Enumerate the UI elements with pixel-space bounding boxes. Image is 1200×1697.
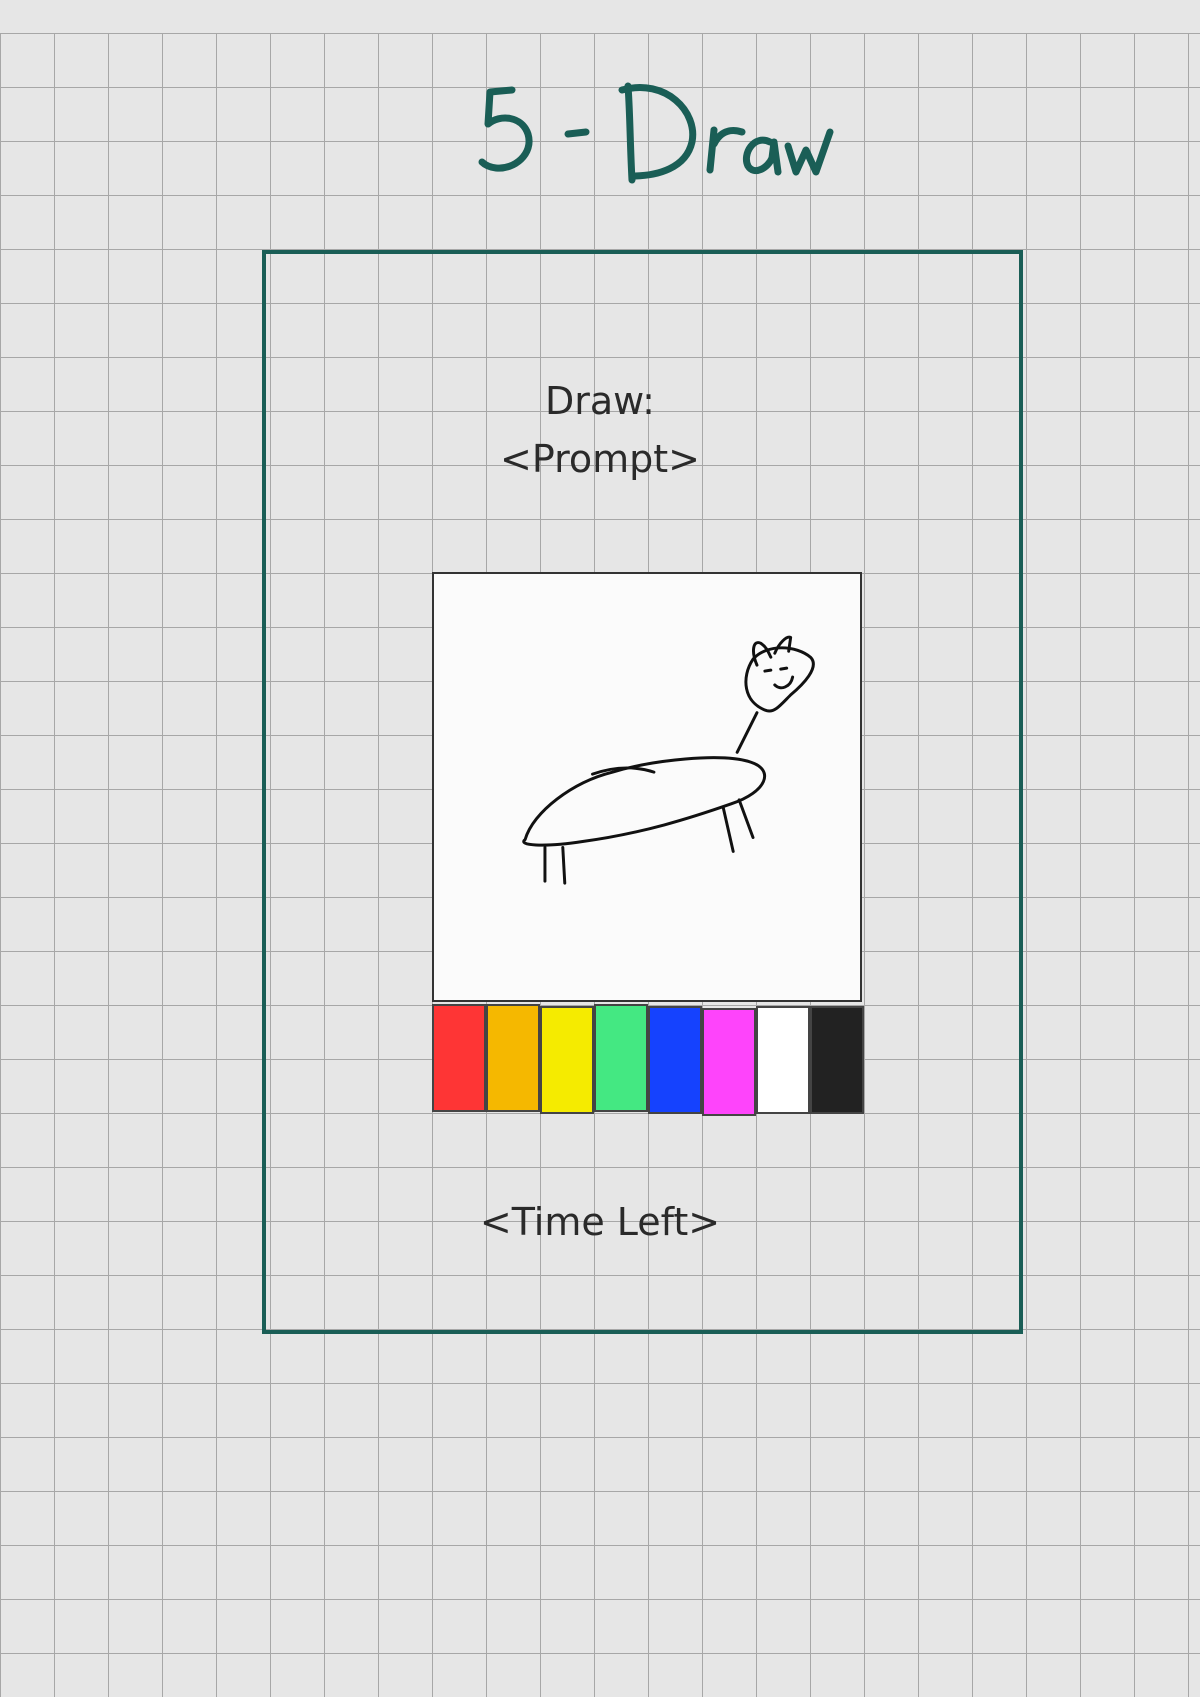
sketch-leg bbox=[721, 806, 735, 853]
sketch-leg bbox=[561, 845, 567, 885]
color-swatch-green[interactable] bbox=[594, 1004, 648, 1112]
prompt-text: <Prompt> bbox=[499, 437, 700, 481]
prompt-block: Draw: <Prompt> bbox=[0, 372, 1200, 488]
color-swatch-orange[interactable] bbox=[486, 1004, 540, 1112]
color-swatch-black[interactable] bbox=[810, 1006, 864, 1114]
sketch-smile bbox=[773, 675, 795, 690]
top-margin bbox=[0, 0, 1200, 33]
page-title bbox=[470, 72, 850, 192]
sketch-head bbox=[744, 646, 815, 713]
drawing-canvas[interactable] bbox=[432, 572, 862, 1002]
color-swatch-magenta[interactable] bbox=[702, 1008, 756, 1116]
drawing-sketch bbox=[522, 635, 815, 885]
sketch-ear bbox=[752, 641, 773, 667]
color-swatch-red[interactable] bbox=[432, 1004, 486, 1112]
time-left: <Time Left> bbox=[479, 1200, 721, 1244]
sketch-leg bbox=[737, 798, 755, 840]
handwritten-title bbox=[478, 82, 834, 184]
color-swatch-white[interactable] bbox=[756, 1006, 810, 1114]
sketch-ear bbox=[773, 635, 793, 655]
color-palette bbox=[432, 1004, 864, 1116]
sketch-back-line bbox=[591, 766, 656, 776]
prompt-heading: Draw: bbox=[545, 379, 655, 423]
color-swatch-yellow[interactable] bbox=[540, 1006, 594, 1114]
sketch-eye bbox=[763, 668, 773, 673]
sketch-eye bbox=[779, 666, 789, 671]
sketch-neck bbox=[735, 711, 759, 754]
color-swatch-blue[interactable] bbox=[648, 1006, 702, 1114]
